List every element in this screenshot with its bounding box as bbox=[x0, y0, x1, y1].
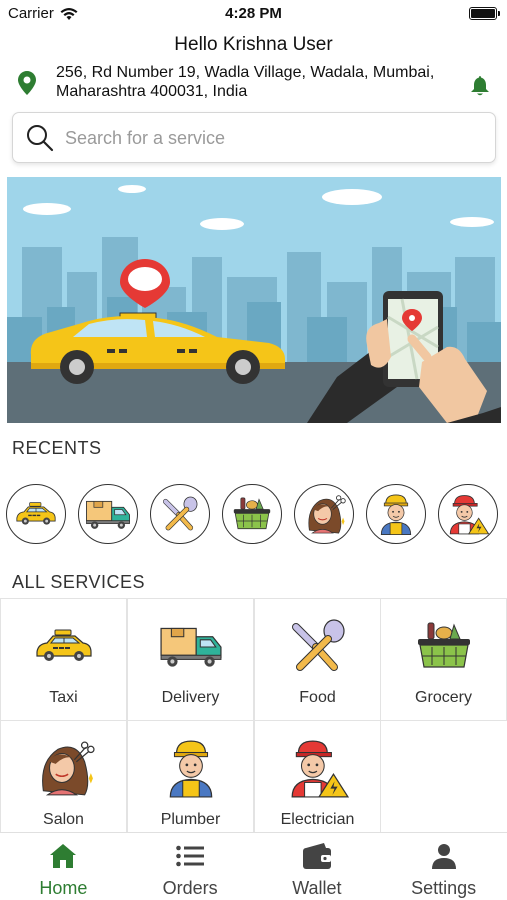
recent-taxi[interactable] bbox=[6, 484, 66, 544]
service-label: Grocery bbox=[415, 689, 472, 706]
taxi-icon bbox=[16, 502, 56, 526]
taxi-booking-illustration bbox=[7, 177, 501, 423]
service-salon[interactable]: Salon bbox=[0, 720, 127, 843]
tab-label: Wallet bbox=[292, 878, 342, 898]
list-icon bbox=[176, 845, 205, 867]
service-label: Food bbox=[299, 689, 336, 706]
status-bar: Carrier 4:28 PM bbox=[0, 0, 507, 28]
home-icon bbox=[50, 844, 77, 868]
tab-orders[interactable]: Orders bbox=[127, 833, 254, 900]
address-bar[interactable]: 256, Rd Number 19, Wadla Village, Wadala… bbox=[18, 63, 498, 103]
address-line-2: Maharashtra 400031, India bbox=[56, 83, 248, 100]
service-plumber[interactable]: Plumber bbox=[127, 720, 254, 843]
food-utensils-icon bbox=[160, 495, 200, 533]
taxi-icon bbox=[35, 629, 92, 662]
grocery-basket-icon bbox=[233, 497, 271, 530]
address-line-1: 256, Rd Number 19, Wadla Village, Wadala… bbox=[56, 64, 435, 81]
grocery-basket-icon bbox=[416, 622, 471, 668]
greeting-title: Hello Krishna User bbox=[174, 34, 333, 55]
search-input[interactable] bbox=[65, 121, 485, 155]
location-pin-icon bbox=[18, 71, 36, 95]
search-box[interactable] bbox=[12, 112, 496, 163]
service-grocery[interactable]: Grocery bbox=[380, 598, 507, 721]
tab-label: Settings bbox=[411, 878, 477, 898]
food-utensils-icon bbox=[288, 617, 348, 675]
tab-settings[interactable]: Settings bbox=[380, 833, 507, 900]
recent-food[interactable] bbox=[150, 484, 210, 544]
wallet-icon bbox=[302, 843, 331, 869]
salon-icon bbox=[41, 741, 95, 796]
promo-banner[interactable] bbox=[7, 177, 501, 423]
delivery-truck-icon bbox=[159, 627, 222, 668]
service-taxi[interactable]: Taxi bbox=[0, 598, 127, 721]
recent-electrician[interactable] bbox=[438, 484, 498, 544]
all-services-heading: ALL SERVICES bbox=[12, 572, 146, 592]
recent-delivery[interactable] bbox=[78, 484, 138, 544]
person-icon bbox=[431, 844, 456, 869]
electrician-icon bbox=[449, 495, 490, 535]
recent-plumber[interactable] bbox=[366, 484, 426, 544]
address-text: 256, Rd Number 19, Wadla Village, Wadala… bbox=[56, 63, 456, 101]
tab-label: Home bbox=[39, 878, 88, 898]
service-electrician[interactable]: Electrician bbox=[254, 720, 381, 843]
recent-salon[interactable] bbox=[294, 484, 354, 544]
tab-wallet[interactable]: Wallet bbox=[254, 833, 381, 900]
service-label: Taxi bbox=[49, 689, 78, 706]
plumber-icon bbox=[380, 494, 412, 535]
service-food[interactable]: Food bbox=[254, 598, 381, 721]
delivery-truck-icon bbox=[86, 500, 130, 530]
battery-icon bbox=[469, 7, 500, 20]
tab-home[interactable]: Home bbox=[0, 833, 127, 900]
tab-label: Orders bbox=[162, 878, 218, 898]
notification-bell-icon[interactable] bbox=[470, 75, 490, 97]
recent-grocery[interactable] bbox=[222, 484, 282, 544]
service-label: Electrician bbox=[280, 811, 355, 828]
recents-list bbox=[6, 484, 507, 546]
service-label: Delivery bbox=[161, 689, 220, 706]
bottom-tab-bar: Home Orders Wallet Settings bbox=[0, 832, 507, 900]
service-label: Salon bbox=[43, 811, 84, 828]
electrician-icon bbox=[291, 740, 349, 798]
status-time: 4:28 PM bbox=[225, 5, 282, 22]
recents-heading: RECENTS bbox=[12, 438, 102, 458]
service-label: Plumber bbox=[160, 811, 221, 828]
service-delivery[interactable]: Delivery bbox=[127, 598, 254, 721]
plumber-icon bbox=[169, 740, 212, 798]
search-icon bbox=[27, 125, 54, 152]
salon-icon bbox=[308, 495, 346, 534]
